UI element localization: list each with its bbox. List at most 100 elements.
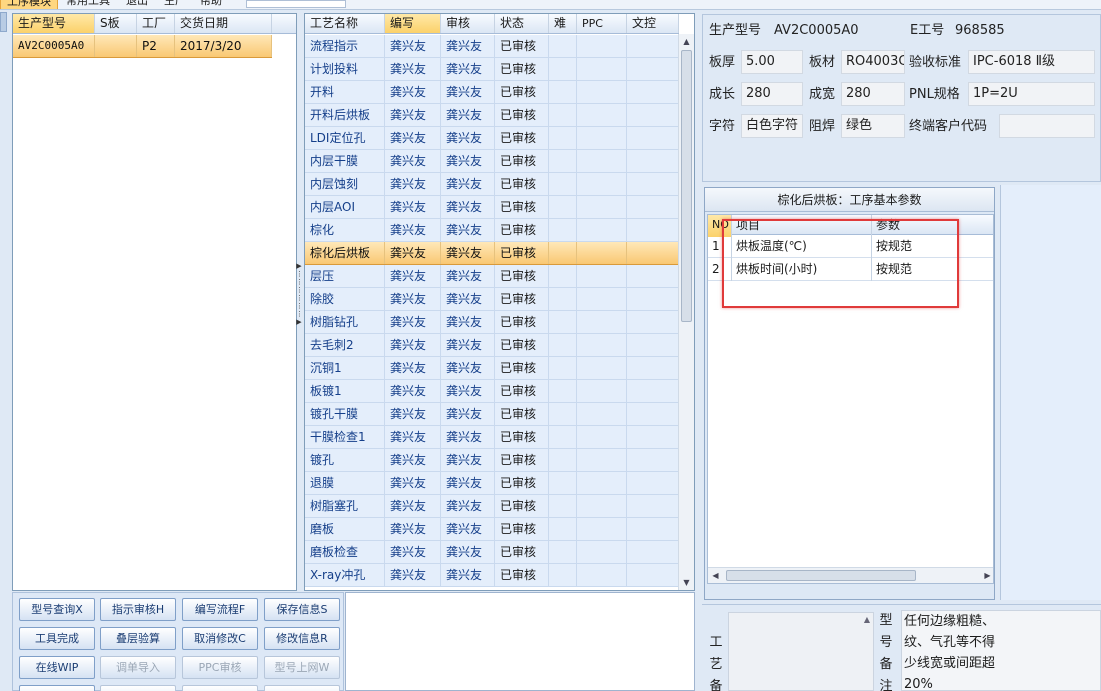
cell-doc-control [627,265,679,287]
cancel-edit-button[interactable]: 取消修改C [182,627,258,650]
menu-item-help[interactable]: 帮助 [200,0,222,8]
instruction-review-button[interactable]: 指示审核H [100,598,176,621]
col-doc-control[interactable]: 文控 [627,14,679,33]
cell-author: 龚兴友 [385,357,441,379]
cell-reviewer: 龚兴友 [441,35,495,57]
online-wip-button[interactable]: 在线WIP [19,656,95,679]
cell-author: 龚兴友 [385,173,441,195]
cell-status: 已审核 [495,104,549,126]
extra-button-4[interactable] [264,685,340,691]
col-model[interactable]: 生产型号 [13,14,95,33]
table-row[interactable]: 镀孔干膜 龚兴友 龚兴友 已审核 [305,403,679,426]
scroll-up-icon[interactable]: ▲ [864,615,870,624]
model-label: 生产型号 [709,23,762,38]
params-hscrollbar[interactable]: ◀ ▶ [708,567,993,583]
save-info-button[interactable]: 保存信息S [264,598,340,621]
table-row[interactable]: 开料 龚兴友 龚兴友 已审核 [305,81,679,104]
left-collapse-handle[interactable] [0,12,7,32]
col-author[interactable]: 编写 [385,14,441,33]
table-row[interactable]: 流程指示 龚兴友 龚兴友 已审核 [305,35,679,58]
cell-doc-control [627,242,679,264]
table-row[interactable]: 退膜 龚兴友 龚兴友 已审核 [305,472,679,495]
table-row[interactable]: 棕化后烘板 龚兴友 龚兴友 已审核 [305,242,679,265]
cell-doc-control [627,173,679,195]
menu-tab-active[interactable]: 工序模块 [0,0,58,9]
col-difficulty[interactable]: 难 [549,14,577,33]
col-reviewer[interactable]: 审核 [441,14,495,33]
extra-button-2[interactable] [100,685,176,691]
cell-doc-control [627,449,679,471]
table-row[interactable]: 除胶 龚兴友 龚兴友 已审核 [305,288,679,311]
edit-info-button[interactable]: 修改信息R [264,627,340,650]
ppc-review-button[interactable]: PPC审核 [182,656,258,679]
standard-value[interactable]: IPC-6018 Ⅱ级 [968,50,1095,74]
mask-value[interactable]: 绿色 [841,114,905,138]
cell-doc-control [627,311,679,333]
model-note-box[interactable]: 任何边缘粗糙、 纹、气孔等不得 少线宽或间距超 20% [901,610,1101,691]
cell-difficulty [549,495,577,517]
table-row[interactable]: 磨板 龚兴友 龚兴友 已审核 [305,518,679,541]
char-value[interactable]: 白色字符 [741,114,803,138]
col-factory[interactable]: 工厂 [137,14,175,33]
table-row[interactable]: 磨板检查 龚兴友 龚兴友 已审核 [305,541,679,564]
model-online-button[interactable]: 型号上网W [264,656,340,679]
menu-search-box[interactable] [246,0,346,8]
table-row[interactable]: 去毛刺2 龚兴友 龚兴友 已审核 [305,334,679,357]
cell-author: 龚兴友 [385,219,441,241]
table-row[interactable]: 计划投料 龚兴友 龚兴友 已审核 [305,58,679,81]
table-row[interactable]: 板镀1 龚兴友 龚兴友 已审核 [305,380,679,403]
table-row[interactable]: 树脂钻孔 龚兴友 龚兴友 已审核 [305,311,679,334]
cell-difficulty [549,357,577,379]
extra-button-1[interactable] [19,685,95,691]
process-scrollbar[interactable]: ▲ ▼ [678,34,694,590]
cell-difficulty [549,81,577,103]
table-row[interactable]: X-ray冲孔 龚兴友 龚兴友 已审核 [305,564,679,587]
table-row[interactable]: 开料后烘板 龚兴友 龚兴友 已审核 [305,104,679,127]
scroll-left-icon[interactable]: ◀ [708,568,723,583]
scroll-thumb[interactable] [681,50,692,322]
col-ppc[interactable]: PPC [577,14,627,33]
scroll-thumb[interactable] [726,570,916,581]
menu-item-exit[interactable]: 退出 [126,0,148,8]
width-value[interactable]: 280 [841,82,905,106]
table-row[interactable]: 内层AOI 龚兴友 龚兴友 已审核 [305,196,679,219]
cell-factory: P2 [137,35,175,57]
memo-area[interactable] [345,592,695,691]
table-row[interactable]: 沉铜1 龚兴友 龚兴友 已审核 [305,357,679,380]
table-row[interactable]: LDI定位孔 龚兴友 龚兴友 已审核 [305,127,679,150]
extra-button-3[interactable] [182,685,258,691]
table-row[interactable]: 棕化 龚兴友 龚兴友 已审核 [305,219,679,242]
table-row[interactable]: 干膜检查1 龚兴友 龚兴友 已审核 [305,426,679,449]
splitter-handle[interactable]: ▶ ⋮ ⋮ ⋮ ⋮ ⋮ ⋮ ▶ [296,262,303,336]
cell-process-name: 棕化后烘板 [305,242,385,264]
material-value[interactable]: RO4003C [841,50,905,74]
cell-process-name: LDI定位孔 [305,127,385,149]
cell-status: 已审核 [495,150,549,172]
pnl-value[interactable]: 1P=2U [968,82,1095,106]
cell-doc-control [627,403,679,425]
table-row[interactable]: 层压 龚兴友 龚兴友 已审核 [305,265,679,288]
col-s-board[interactable]: S板 [95,14,137,33]
col-status[interactable]: 状态 [495,14,549,33]
scroll-up-icon[interactable]: ▲ [679,34,694,49]
thickness-value[interactable]: 5.00 [741,50,803,74]
menu-item-tools[interactable]: 常用工具 [66,0,110,8]
table-row[interactable]: AV2C0005A0 P2 2017/3/20 [13,35,272,58]
table-row[interactable]: 内层蚀刻 龚兴友 龚兴友 已审核 [305,173,679,196]
scroll-right-icon[interactable]: ▶ [980,568,993,583]
scroll-down-icon[interactable]: ▼ [679,575,694,590]
col-process-name[interactable]: 工艺名称 [305,14,385,33]
customer-value[interactable] [999,114,1095,138]
model-query-button[interactable]: 型号查询X [19,598,95,621]
table-row[interactable]: 树脂塞孔 龚兴友 龚兴友 已审核 [305,495,679,518]
col-date[interactable]: 交货日期 [175,14,272,33]
order-import-button[interactable]: 调单导入 [100,656,176,679]
menu-item-production[interactable]: 生产 [164,0,186,8]
stackup-check-button[interactable]: 叠层验算 [100,627,176,650]
process-note-box[interactable]: ▲ [728,612,874,691]
tool-complete-button[interactable]: 工具完成 [19,627,95,650]
write-process-button[interactable]: 编写流程F [182,598,258,621]
length-value[interactable]: 280 [741,82,803,106]
table-row[interactable]: 镀孔 龚兴友 龚兴友 已审核 [305,449,679,472]
table-row[interactable]: 内层干膜 龚兴友 龚兴友 已审核 [305,150,679,173]
